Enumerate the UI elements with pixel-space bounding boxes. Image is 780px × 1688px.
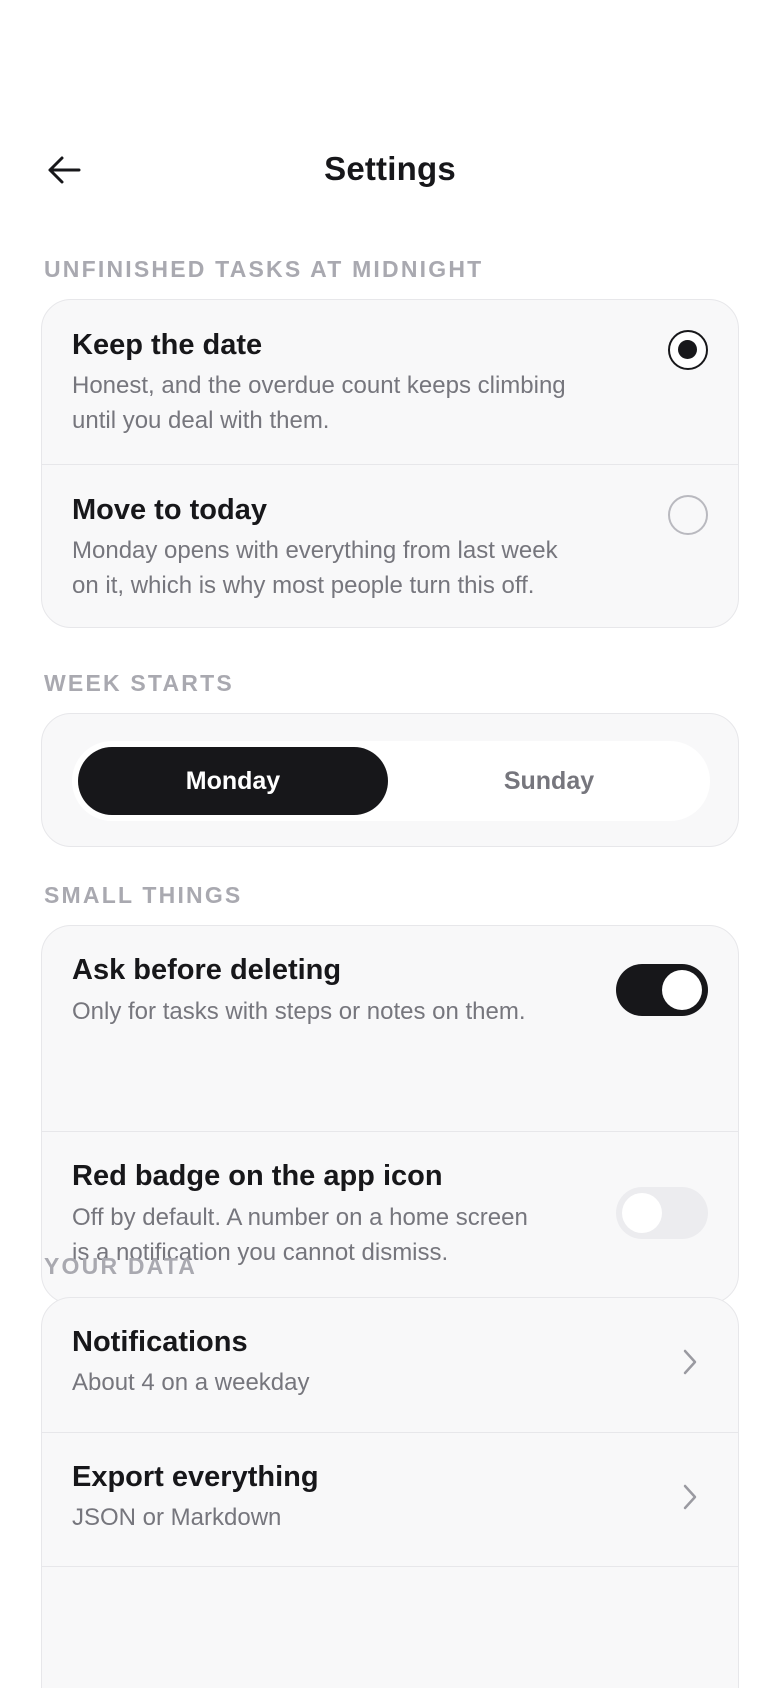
option-description-line: on it, which is why most people turn thi…: [72, 572, 535, 599]
segment-sunday[interactable]: Sunday: [394, 747, 704, 815]
chevron-right-icon: [678, 1342, 702, 1382]
toggle-ask-before-deleting[interactable]: [616, 964, 708, 1016]
small-things-card: Ask before deleting Only for tasks with …: [41, 925, 739, 1304]
option-move-to-today[interactable]: Move to today Monday opens with everythi…: [42, 464, 738, 627]
week-start-segmented-control: Monday Sunday: [72, 741, 710, 821]
setting-description-line: Off by default. A number on a home scree…: [72, 1204, 528, 1231]
settings-screen: Settings UNFINISHED TASKS AT MIDNIGHT Ke…: [0, 0, 780, 1688]
your-data-card: Notifications About 4 on a weekday Expor…: [41, 1297, 739, 1688]
segment-monday[interactable]: Monday: [78, 747, 388, 815]
option-keep-the-date[interactable]: Keep the date Honest, and the overdue co…: [42, 300, 738, 464]
setting-description-line: Only for tasks with steps or notes on th…: [72, 998, 526, 1025]
toggle-knob: [622, 1193, 662, 1233]
nav-row-notifications[interactable]: Notifications About 4 on a weekday: [42, 1298, 738, 1432]
section-label-midnight: UNFINISHED TASKS AT MIDNIGHT: [44, 256, 484, 282]
nav-row-partial[interactable]: [42, 1566, 738, 1688]
setting-title: Red badge on the app icon: [72, 1160, 443, 1192]
section-label-week: WEEK STARTS: [44, 670, 234, 696]
section-label-your-data: YOUR DATA: [44, 1253, 198, 1279]
nav-row-title: Export everything: [72, 1461, 319, 1493]
section-label-small-things: SMALL THINGS: [44, 882, 243, 908]
header: Settings: [0, 140, 780, 200]
chevron-right-icon: [678, 1477, 702, 1517]
radio-unselected[interactable]: [668, 495, 708, 535]
radio-selected[interactable]: [668, 330, 708, 370]
page-title: Settings: [324, 150, 456, 187]
nav-row-title: Notifications: [72, 1326, 248, 1358]
option-description-line: Honest, and the overdue count keeps clim…: [72, 372, 566, 399]
option-description-line: until you deal with them.: [72, 407, 330, 434]
midnight-options-card: Keep the date Honest, and the overdue co…: [41, 299, 739, 628]
toggle-knob: [662, 970, 702, 1010]
option-title: Keep the date: [72, 329, 263, 361]
setting-ask-before-deleting[interactable]: Ask before deleting Only for tasks with …: [42, 926, 738, 1131]
toggle-red-badge[interactable]: [616, 1187, 708, 1239]
week-start-card: Monday Sunday: [41, 713, 739, 847]
option-title: Move to today: [72, 494, 267, 526]
nav-row-export[interactable]: Export everything JSON or Markdown: [42, 1432, 738, 1566]
nav-row-subtitle: JSON or Markdown: [72, 1504, 282, 1531]
setting-title: Ask before deleting: [72, 954, 342, 986]
option-description-line: Monday opens with everything from last w…: [72, 537, 558, 564]
nav-row-subtitle: About 4 on a weekday: [72, 1369, 310, 1396]
